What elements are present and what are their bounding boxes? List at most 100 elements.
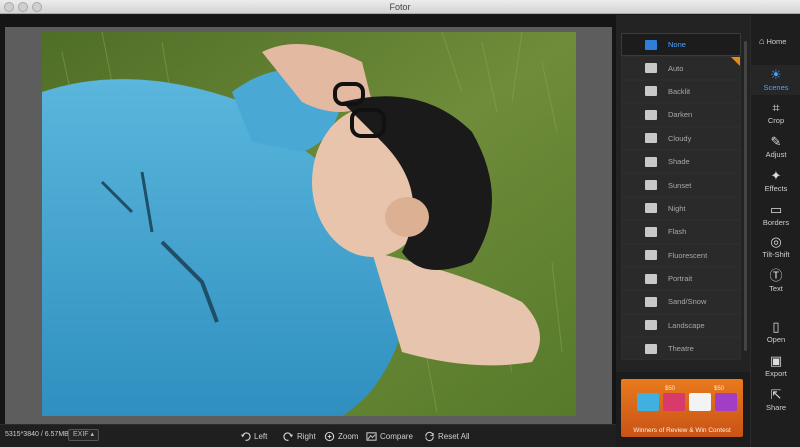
share-icon: ⇱: [770, 387, 782, 402]
scene-item-flash[interactable]: Flash: [621, 220, 741, 244]
open-button[interactable]: ▯ Open: [751, 319, 800, 345]
exif-label: EXIF: [73, 431, 89, 438]
zoom-icon: [324, 431, 335, 441]
landscape-icon: [645, 320, 657, 331]
reset-all-label: Reset All: [438, 431, 470, 441]
crop-label: Crop: [767, 116, 785, 125]
scene-label: Darken: [668, 110, 693, 120]
compare-label: Compare: [380, 431, 413, 441]
scene-list: None Auto Backlit Darken Cloudy Shade Su…: [621, 33, 741, 361]
open-label: Open: [766, 335, 786, 344]
scene-label: None: [668, 40, 686, 50]
border-frame-icon: ▭: [769, 202, 783, 217]
scene-item-sunset[interactable]: Sunset: [621, 173, 741, 197]
scene-label: Theatre: [668, 344, 694, 354]
backlit-icon: [645, 86, 657, 97]
scene-label: Landscape: [668, 320, 705, 330]
crop-icon: ⌗: [772, 100, 780, 115]
scene-item-theatre[interactable]: Theatre: [621, 337, 741, 361]
export-button[interactable]: ▣ Export: [751, 354, 800, 379]
scene-label: Cloudy: [668, 133, 692, 143]
scene-label: Backlit: [668, 86, 691, 96]
zoom-label: Zoom: [338, 431, 359, 441]
compare-icon: [366, 431, 377, 441]
pencil-icon: ✎: [770, 134, 782, 149]
ad-text: Winners of Review & Win Contest: [633, 427, 731, 434]
scene-item-fluorescent[interactable]: Fluorescent: [621, 243, 741, 267]
home-label: Home: [766, 37, 787, 46]
tilt-shift-label: Tilt-Shift: [762, 250, 790, 259]
export-label: Export: [765, 369, 787, 378]
scenes-scrollbar[interactable]: [744, 41, 747, 351]
open-file-icon: ▯: [772, 319, 780, 334]
sunset-icon: [645, 180, 657, 191]
adjust-tool[interactable]: ✎ Adjust: [751, 134, 800, 160]
share-button[interactable]: ⇱ Share: [751, 387, 800, 413]
reset-all-button[interactable]: Reset All: [424, 428, 470, 444]
gift-card-icon: [637, 393, 659, 411]
rotate-left-button[interactable]: Left: [240, 428, 267, 444]
scene-item-shade[interactable]: Shade: [621, 149, 741, 174]
tilt-shift-tool[interactable]: ◎ Tilt-Shift: [751, 234, 800, 260]
target-icon: ◎: [770, 234, 782, 249]
ad-area: $50 $50 Winners of Review & Win Contest: [616, 372, 750, 447]
rotate-right-button[interactable]: Right: [283, 428, 316, 444]
scenes-label: Scenes: [763, 83, 789, 92]
scene-label: Shade: [668, 157, 690, 167]
scene-item-night[interactable]: Night: [621, 196, 741, 221]
scene-item-landscape[interactable]: Landscape: [621, 313, 741, 338]
text-label: Text: [769, 284, 783, 293]
scene-item-darken[interactable]: Darken: [621, 103, 741, 127]
rotate-right-label: Right: [297, 431, 316, 441]
scene-label: Night: [668, 203, 686, 213]
contest-banner[interactable]: $50 $50 Winners of Review & Win Contest: [621, 379, 743, 437]
premium-badge-icon: [731, 57, 740, 67]
reset-icon: [425, 431, 434, 441]
workspace: [0, 15, 616, 424]
scene-item-auto[interactable]: Auto: [621, 56, 741, 80]
effects-label: Effects: [764, 184, 788, 193]
scenes-tool[interactable]: ☀ Scenes: [751, 65, 800, 95]
scenes-panel: None Auto Backlit Darken Cloudy Shade Su…: [616, 15, 750, 372]
share-label: Share: [765, 403, 786, 412]
sand-snow-icon: [645, 296, 657, 307]
gift-card-icon: [715, 393, 737, 411]
rotate-left-label: Left: [254, 431, 268, 441]
exif-button[interactable]: EXIF ▴: [68, 429, 100, 441]
scene-label: Portrait: [668, 274, 693, 284]
scene-item-sand-snow[interactable]: Sand/Snow: [621, 290, 741, 314]
borders-tool[interactable]: ▭ Borders: [751, 202, 800, 228]
scene-item-none[interactable]: None: [621, 33, 741, 57]
image-dimensions: 5315*3840 / 6.57MB: [5, 431, 69, 438]
scene-label: Sand/Snow: [668, 297, 707, 307]
theatre-icon: [645, 343, 657, 354]
title-bar: Fotor: [0, 0, 800, 14]
text-tool[interactable]: Ⓣ Text: [751, 269, 800, 294]
sun-icon: ☀: [770, 67, 782, 82]
scene-label: Fluorescent: [668, 250, 708, 260]
compare-button[interactable]: Compare: [366, 428, 413, 444]
home-button[interactable]: ⌂ Home: [751, 34, 800, 48]
gift-card-icon: [689, 393, 711, 411]
bottom-toolbar: 5315*3840 / 6.57MB EXIF ▴ Left Right Zoo…: [0, 424, 616, 447]
ad-price-b: $50: [714, 386, 725, 392]
scene-label: Auto: [668, 63, 684, 73]
darken-icon: [645, 109, 657, 120]
camera-icon: [645, 63, 657, 74]
scene-item-backlit[interactable]: Backlit: [621, 79, 741, 104]
photo-preview[interactable]: [42, 32, 576, 416]
tool-rail: ⌂ Home ☀ Scenes ⌗ Crop ✎ Adjust ✦ Effects…: [750, 15, 800, 447]
effects-tool[interactable]: ✦ Effects: [751, 169, 800, 194]
adjust-label: Adjust: [765, 150, 787, 159]
scene-item-portrait[interactable]: Portrait: [621, 266, 741, 291]
none-icon: [645, 39, 657, 50]
scene-item-cloudy[interactable]: Cloudy: [621, 126, 741, 150]
borders-label: Borders: [762, 218, 790, 227]
zoom-button[interactable]: Zoom: [324, 428, 358, 444]
crop-tool[interactable]: ⌗ Crop: [751, 100, 800, 126]
scene-label: Flash: [668, 227, 687, 237]
home-icon: ⌂: [759, 36, 765, 46]
portrait-icon: [645, 273, 657, 284]
rotate-right-icon: [283, 431, 294, 441]
ad-price-a: $50: [665, 386, 676, 392]
